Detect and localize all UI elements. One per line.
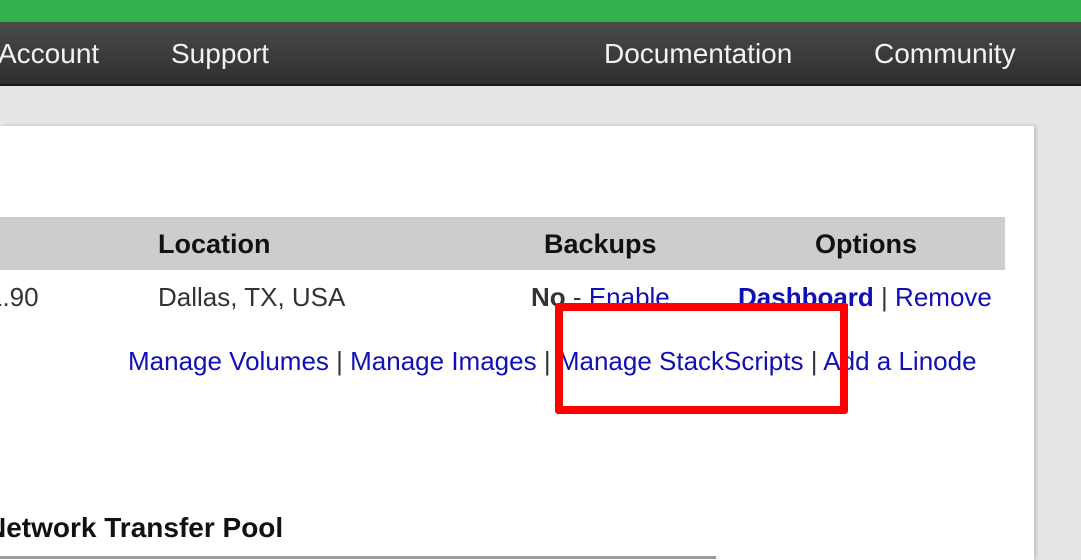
manage-separator-3: | [810, 346, 818, 376]
remove-link[interactable]: Remove [895, 282, 992, 312]
manage-volumes-link[interactable]: Manage Volumes [128, 346, 329, 376]
enable-backups-link[interactable]: Enable [589, 282, 670, 312]
main-navbar: Account Support Documentation Community [0, 22, 1081, 86]
backups-dash: - [572, 282, 582, 312]
manage-images-link[interactable]: Manage Images [350, 346, 536, 376]
ip-address-cell: 1.90 [0, 282, 39, 312]
manage-separator-1: | [336, 346, 343, 376]
nav-community[interactable]: Community [874, 37, 1016, 71]
add-linode-link[interactable]: Add a Linode [823, 346, 976, 376]
dashboard-link[interactable]: Dashboard [738, 282, 874, 312]
options-cell: Dashboard | Remove [738, 281, 992, 313]
manage-links-row: Manage Volumes | Manage Images | Manage … [128, 345, 977, 377]
section-divider [0, 556, 716, 559]
nav-documentation[interactable]: Documentation [604, 37, 792, 71]
column-header-options: Options [815, 229, 917, 259]
nav-support[interactable]: Support [171, 37, 269, 71]
column-header-location: Location [158, 229, 271, 259]
backups-status: No [531, 282, 566, 312]
options-separator: | [881, 282, 888, 312]
backups-cell: No - Enable [531, 281, 670, 313]
top-accent-bar [0, 0, 1081, 22]
linodes-table-header: Location Backups Options [0, 217, 1005, 270]
column-header-backups: Backups [544, 229, 657, 259]
manage-separator-2: | [543, 346, 551, 376]
nav-account[interactable]: Account [0, 37, 99, 71]
network-transfer-pool-heading: Network Transfer Pool [0, 512, 284, 543]
location-cell: Dallas, TX, USA [158, 282, 346, 312]
content-card: Location Backups Options 1.90 Dallas, TX… [0, 126, 1034, 560]
manage-stackscripts-link[interactable]: Manage StackScripts [558, 346, 804, 376]
